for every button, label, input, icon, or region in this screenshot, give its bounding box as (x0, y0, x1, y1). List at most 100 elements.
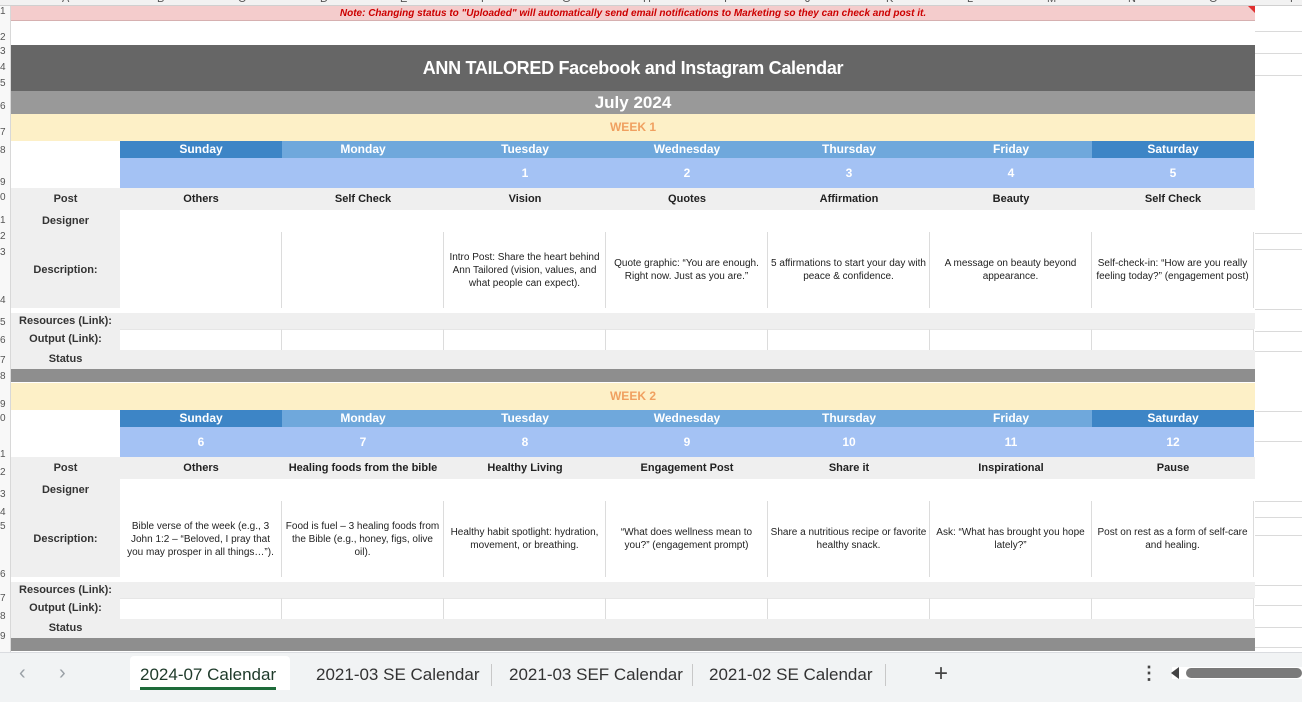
date-cell[interactable]: 4 (930, 158, 1092, 188)
description-cell[interactable]: Bible verse of the week (e.g., 3 John 1:… (120, 501, 282, 577)
row-number[interactable]: 2 (0, 468, 11, 478)
column-letter[interactable]: M (1047, 0, 1056, 5)
row-number[interactable]: 6 (0, 336, 11, 346)
date-cell[interactable] (120, 158, 282, 188)
column-letter[interactable]: I (724, 0, 727, 5)
post-type-cell[interactable]: Healthy Living (444, 457, 606, 479)
description-cell[interactable]: Self-check-in: “How are you really feeli… (1092, 232, 1254, 308)
row-number[interactable]: 8 (0, 372, 11, 382)
description-cell[interactable] (282, 232, 444, 308)
date-cell[interactable]: 3 (768, 158, 930, 188)
row-number[interactable]: 3 (0, 248, 11, 258)
row-number[interactable]: 2 (0, 33, 11, 43)
column-letter[interactable]: B (157, 0, 164, 5)
output-link-cell[interactable] (120, 329, 282, 350)
row-number[interactable]: 7 (0, 356, 11, 366)
column-letter[interactable]: D (320, 0, 328, 5)
column-letter[interactable]: E (400, 0, 407, 5)
date-cell[interactable]: 9 (606, 427, 768, 457)
description-cell[interactable]: Food is fuel – 3 healing foods from the … (282, 501, 444, 577)
add-sheet-button[interactable]: + (934, 660, 948, 688)
row-number[interactable]: 7 (0, 594, 11, 604)
row-number[interactable]: 6 (0, 102, 11, 112)
row-number[interactable]: 9 (0, 632, 11, 642)
date-cell[interactable]: 7 (282, 427, 444, 457)
output-link-cell[interactable] (606, 329, 768, 350)
date-cell[interactable]: 8 (444, 427, 606, 457)
row-number[interactable]: 1 (0, 216, 11, 226)
description-cell[interactable]: “What does wellness mean to you?” (engag… (606, 501, 768, 577)
column-letter[interactable]: K (886, 0, 893, 5)
row-number[interactable]: 1 (0, 450, 11, 460)
row-number[interactable]: 1 (0, 7, 11, 17)
column-letter[interactable]: H (643, 0, 651, 5)
output-link-cell[interactable] (1092, 329, 1254, 350)
output-link-cell[interactable] (930, 598, 1092, 619)
date-cell[interactable]: 10 (768, 427, 930, 457)
post-type-cell[interactable]: Beauty (930, 188, 1092, 210)
column-letter[interactable]: P (1290, 0, 1297, 5)
description-cell[interactable]: 5 affirmations to start your day with pe… (768, 232, 930, 308)
row-number[interactable]: 0 (0, 414, 11, 424)
description-cell[interactable]: Ask: “What has brought you hope lately?” (930, 501, 1092, 577)
output-link-cell[interactable] (930, 329, 1092, 350)
output-link-cell[interactable] (120, 598, 282, 619)
tab-2021-03-sef-calendar[interactable]: 2021-03 SEF Calendar (509, 660, 683, 690)
row-number[interactable]: 4 (0, 296, 11, 306)
column-letter[interactable]: L (967, 0, 973, 5)
row-number[interactable]: 7 (0, 128, 11, 138)
output-link-cell[interactable] (444, 598, 606, 619)
row-number[interactable]: 5 (0, 318, 11, 328)
scroll-left-arrow-icon[interactable] (1171, 667, 1179, 679)
description-cell[interactable]: A message on beauty beyond appearance. (930, 232, 1092, 308)
row-number[interactable]: 9 (0, 400, 11, 410)
post-type-cell[interactable]: Vision (444, 188, 606, 210)
output-link-cell[interactable] (282, 329, 444, 350)
description-cell[interactable]: Quote graphic: “You are enough. Right no… (606, 232, 768, 308)
column-letter[interactable]: O (1209, 0, 1218, 5)
column-letter[interactable]: G (562, 0, 571, 5)
row-number[interactable]: 4 (0, 508, 11, 518)
horizontal-scrollbar-thumb[interactable] (1186, 668, 1302, 678)
output-link-cell[interactable] (444, 329, 606, 350)
column-letter[interactable]: F (481, 0, 488, 5)
post-type-cell[interactable]: Pause (1092, 457, 1254, 479)
row-number[interactable]: 6 (0, 570, 11, 580)
row-number[interactable]: 4 (0, 63, 11, 73)
post-type-cell[interactable]: Healing foods from the bible (282, 457, 444, 479)
column-letter[interactable]: J (805, 0, 811, 5)
more-options-icon[interactable]: ⋮ (1140, 663, 1158, 684)
post-type-cell[interactable]: Inspirational (930, 457, 1092, 479)
output-link-cell[interactable] (768, 329, 930, 350)
tab-2021-02-se-calendar[interactable]: 2021-02 SE Calendar (709, 660, 873, 690)
post-type-cell[interactable]: Quotes (606, 188, 768, 210)
row-number[interactable]: 5 (0, 79, 11, 89)
date-cell[interactable]: 5 (1092, 158, 1254, 188)
column-letter[interactable]: C (238, 0, 246, 5)
post-type-cell[interactable]: Self Check (1092, 188, 1254, 210)
column-letter[interactable]: N (1128, 0, 1136, 5)
tab-2021-03-se-calendar[interactable]: 2021-03 SE Calendar (316, 660, 480, 690)
comment-indicator-icon[interactable] (1248, 6, 1255, 13)
tab-2024-07-calendar[interactable]: 2024-07 Calendar (140, 660, 277, 690)
date-cell[interactable] (282, 158, 444, 188)
row-number[interactable]: 8 (0, 612, 11, 622)
post-type-cell[interactable]: Affirmation (768, 188, 930, 210)
date-cell[interactable]: 2 (606, 158, 768, 188)
post-type-cell[interactable]: Others (120, 457, 282, 479)
next-sheet-button[interactable]: › (59, 662, 66, 685)
row-number[interactable]: 5 (0, 522, 11, 532)
date-cell[interactable]: 1 (444, 158, 606, 188)
output-link-cell[interactable] (282, 598, 444, 619)
description-cell[interactable]: Healthy habit spotlight: hydration, move… (444, 501, 606, 577)
description-cell[interactable] (120, 232, 282, 308)
output-link-cell[interactable] (1092, 598, 1254, 619)
row-number[interactable]: 2 (0, 232, 11, 242)
row-number[interactable]: 0 (0, 193, 11, 203)
output-link-cell[interactable] (606, 598, 768, 619)
post-type-cell[interactable]: Share it (768, 457, 930, 479)
date-cell[interactable]: 6 (120, 427, 282, 457)
row-number[interactable]: 3 (0, 490, 11, 500)
row-number[interactable]: 8 (0, 146, 11, 156)
prev-sheet-button[interactable]: ‹ (19, 662, 26, 685)
